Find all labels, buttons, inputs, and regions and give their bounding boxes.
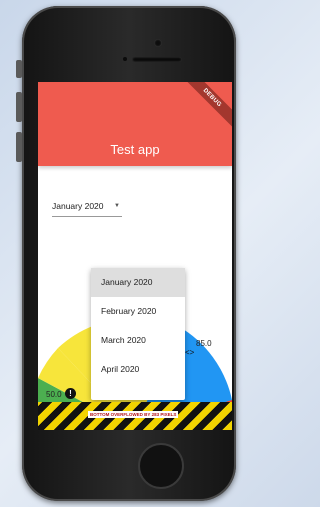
earpiece-speaker [132, 57, 182, 62]
mute-switch [16, 60, 22, 78]
overflow-warning-text: BOTTOM OVERFLOWED BY 283 PIXELS [88, 411, 179, 418]
menu-item-label: April 2020 [101, 364, 140, 374]
dropdown-menu: January 2020 February 2020 March 2020 Ap… [91, 268, 185, 400]
chevrons-icon: <> [185, 348, 195, 357]
right-value-label: 85.0 [196, 339, 212, 348]
volume-up-button [16, 92, 22, 122]
menu-item-march[interactable]: March 2020 [91, 326, 185, 355]
left-value-label: 50.0 [46, 390, 62, 399]
caret-down-icon: ▼ [114, 203, 120, 209]
alert-badge-icon: ! [65, 388, 76, 399]
menu-item-april[interactable]: April 2020 [91, 355, 185, 384]
menu-item-february[interactable]: February 2020 [91, 297, 185, 326]
month-dropdown[interactable]: January 2020 ▼ [52, 198, 122, 217]
dropdown-selected-value: January 2020 [52, 201, 104, 211]
home-button[interactable] [138, 443, 184, 489]
menu-item-label: March 2020 [101, 335, 146, 345]
proximity-sensor [123, 57, 127, 61]
menu-item-label: February 2020 [101, 306, 157, 316]
menu-item-label: January 2020 [101, 277, 153, 287]
app-screen: Test app DEBUG January 2020 ▼ 50.0 ! 85.… [38, 82, 232, 430]
overflow-warning-strip: BOTTOM OVERFLOWED BY 283 PIXELS [38, 402, 232, 430]
app-title: Test app [110, 142, 160, 157]
menu-item-january[interactable]: January 2020 [91, 268, 185, 297]
front-camera-icon [154, 39, 162, 47]
volume-down-button [16, 132, 22, 162]
